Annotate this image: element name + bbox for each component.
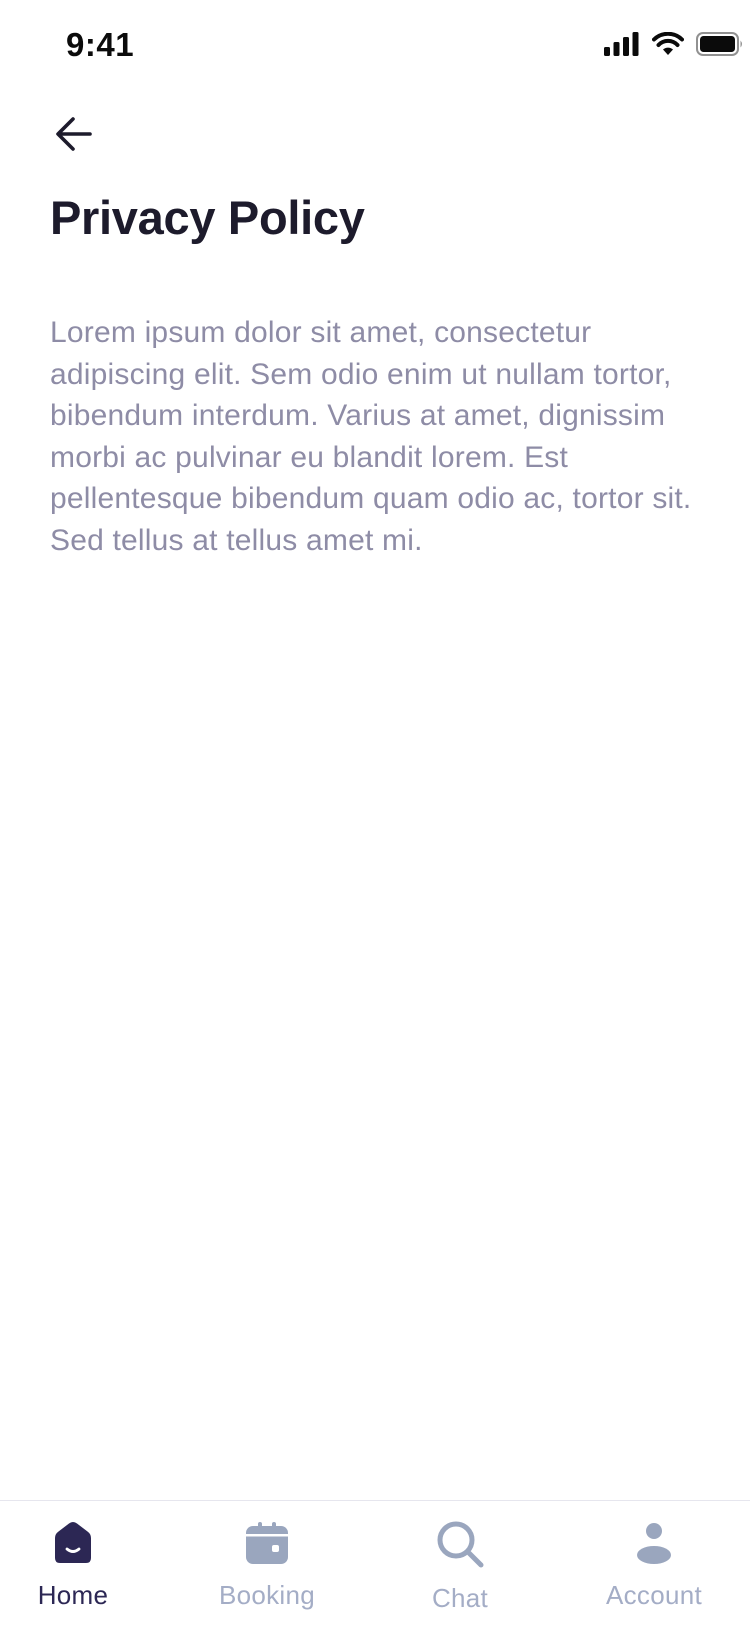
status-time: 9:41 [66, 26, 135, 63]
status-icons [604, 31, 744, 61]
arrow-left-icon [54, 115, 94, 158]
tab-chat[interactable]: Chat [370, 1519, 550, 1613]
cellular-signal-icon [604, 32, 640, 61]
tab-booking-label: Booking [218, 1580, 316, 1610]
tab-chat-label: Chat [431, 1583, 489, 1613]
tab-home-label: Home [37, 1580, 109, 1610]
user-icon [628, 1519, 680, 1566]
tab-home[interactable]: Home [0, 1519, 163, 1611]
battery-icon [696, 32, 744, 61]
tab-booking[interactable]: Booking [177, 1519, 357, 1611]
tab-account[interactable]: Account [564, 1519, 744, 1611]
back-button[interactable] [50, 112, 98, 160]
bottom-tab-bar: Home Booking Chat Account [0, 1500, 750, 1625]
calendar-icon [241, 1519, 293, 1566]
tab-account-label: Account [605, 1580, 703, 1610]
wifi-icon [652, 31, 684, 61]
policy-body-text: Lorem ipsum dolor sit amet, consectetur … [50, 316, 692, 557]
home-icon [47, 1519, 99, 1566]
search-icon [434, 1519, 486, 1569]
page-title: Privacy Policy [50, 191, 365, 244]
status-bar: 9:41 [0, 0, 750, 94]
